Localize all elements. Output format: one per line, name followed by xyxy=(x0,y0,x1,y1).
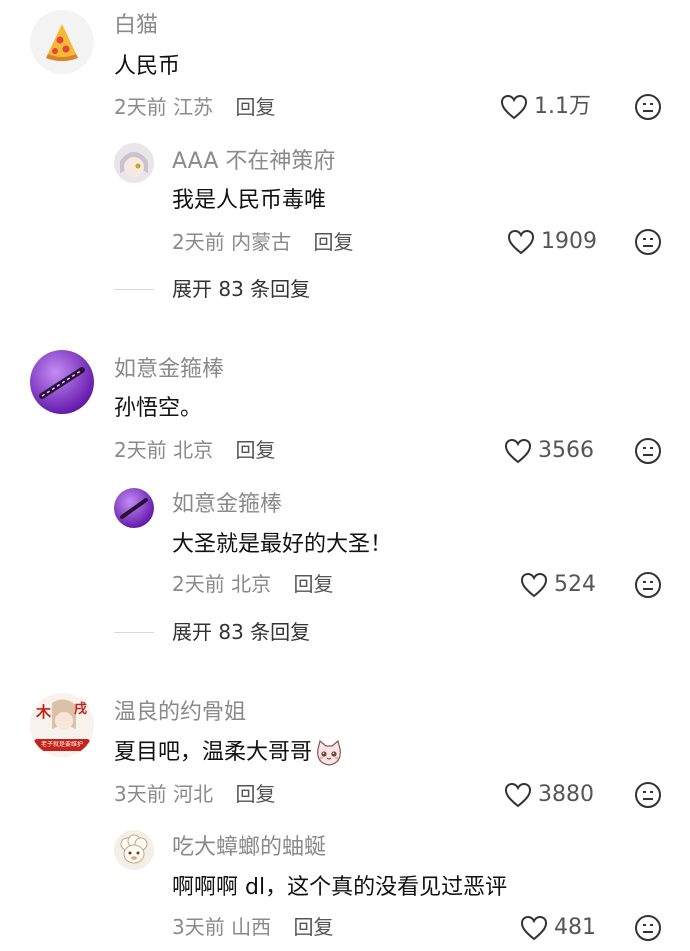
reply-avatar[interactable] xyxy=(114,830,154,870)
heart-icon xyxy=(504,438,532,464)
dislike-icon[interactable] xyxy=(634,781,662,809)
location: 江苏 xyxy=(173,95,214,119)
reply-username[interactable]: 吃大蟑螂的蚰蜒 xyxy=(172,834,326,862)
golden-staff-icon xyxy=(120,498,148,519)
comment-meta: 2天前 北京 回复 xyxy=(114,436,275,464)
heart-icon xyxy=(504,782,532,808)
reply-text: 我是人民币毒唯 xyxy=(172,188,327,213)
comment-text: 人民币 xyxy=(114,54,181,79)
username[interactable]: 白猫 xyxy=(114,12,158,40)
comment-meta: 2天前 江苏 回复 xyxy=(114,93,275,121)
username[interactable]: 如意金箍棒 xyxy=(114,356,224,384)
comment-meta: 3天前 河北 回复 xyxy=(114,780,275,808)
reply-username[interactable]: AAA 不在神策府 xyxy=(172,148,335,176)
avatar-badge: 老子就是要维护 xyxy=(40,741,83,748)
reply-avatar[interactable] xyxy=(114,143,154,183)
like-count: 481 xyxy=(554,915,596,940)
expand-label: 展开 83 条回复 xyxy=(172,277,311,301)
divider xyxy=(114,288,154,290)
reply-meta: 2天前 北京 回复 xyxy=(172,570,333,598)
anime-avatar-icon xyxy=(114,143,154,183)
avatar[interactable] xyxy=(30,350,94,414)
location: 内蒙古 xyxy=(231,230,292,254)
reply-button[interactable]: 回复 xyxy=(293,572,333,596)
expand-label: 展开 83 条回复 xyxy=(172,620,311,644)
comment-text: 夏目吧，温柔大哥哥 xyxy=(114,738,344,768)
timestamp: 3天前 xyxy=(114,782,167,806)
divider xyxy=(114,631,154,633)
expand-replies-button[interactable]: 展开 83 条回复 xyxy=(114,618,310,646)
reply-button[interactable]: 回复 xyxy=(235,782,275,806)
reply-button[interactable]: 回复 xyxy=(313,230,353,254)
reply-meta: 3天前 山西 回复 xyxy=(172,913,333,941)
reply-button[interactable]: 回复 xyxy=(235,95,275,119)
svg-text:木: 木 xyxy=(35,703,52,721)
dislike-icon[interactable] xyxy=(634,93,662,121)
timestamp: 3天前 xyxy=(172,915,225,939)
like-count: 1909 xyxy=(541,229,597,254)
pizza-icon xyxy=(46,24,78,61)
location: 北京 xyxy=(231,572,272,596)
timestamp: 2天前 xyxy=(172,572,225,596)
svg-text:戌: 戌 xyxy=(74,701,87,717)
heart-icon xyxy=(500,94,528,120)
dislike-icon[interactable] xyxy=(634,571,662,599)
reply-button[interactable]: 回复 xyxy=(293,915,333,939)
like-button[interactable]: 481 xyxy=(520,914,596,942)
username[interactable]: 温良的约骨姐 xyxy=(114,699,246,727)
comment-text: 孙悟空。 xyxy=(114,396,203,421)
heart-icon xyxy=(520,915,548,941)
sheep-avatar-icon xyxy=(114,830,154,870)
like-count: 524 xyxy=(554,572,596,597)
like-count: 3566 xyxy=(538,438,594,463)
heart-icon xyxy=(507,229,535,255)
timestamp: 2天前 xyxy=(172,230,225,254)
reply-text: 啊啊啊 dl，这个真的没看见过恶评 xyxy=(172,875,508,900)
avatar[interactable]: 木 戌 老子就是要维护 xyxy=(30,693,94,757)
like-button[interactable]: 3566 xyxy=(504,437,594,465)
dislike-icon[interactable] xyxy=(634,914,662,942)
expand-replies-button[interactable]: 展开 83 条回复 xyxy=(114,275,310,303)
golden-staff-icon xyxy=(39,367,85,399)
like-button[interactable]: 3880 xyxy=(504,781,594,809)
dislike-icon[interactable] xyxy=(634,437,662,465)
timestamp: 2天前 xyxy=(114,438,167,462)
location: 河北 xyxy=(173,782,214,806)
reply-button[interactable]: 回复 xyxy=(235,438,275,462)
timestamp: 2天前 xyxy=(114,95,167,119)
reply-username[interactable]: 如意金箍棒 xyxy=(172,491,282,519)
location: 北京 xyxy=(173,438,214,462)
reply-meta: 2天前 内蒙古 回复 xyxy=(172,228,353,256)
like-count: 3880 xyxy=(538,782,594,807)
like-button[interactable]: 1.1万 xyxy=(500,93,591,121)
like-button[interactable]: 1909 xyxy=(507,228,597,256)
dislike-icon[interactable] xyxy=(634,228,662,256)
like-count: 1.1万 xyxy=(534,94,591,119)
comment-text-body: 夏目吧，温柔大哥哥 xyxy=(114,740,313,765)
location: 山西 xyxy=(231,915,272,939)
reply-avatar[interactable] xyxy=(114,488,154,528)
heart-icon xyxy=(520,572,548,598)
cat-emoji-icon xyxy=(317,739,341,766)
like-button[interactable]: 524 xyxy=(520,571,596,599)
reply-text: 大圣就是最好的大圣！ xyxy=(172,532,393,557)
avatar[interactable] xyxy=(30,10,94,74)
